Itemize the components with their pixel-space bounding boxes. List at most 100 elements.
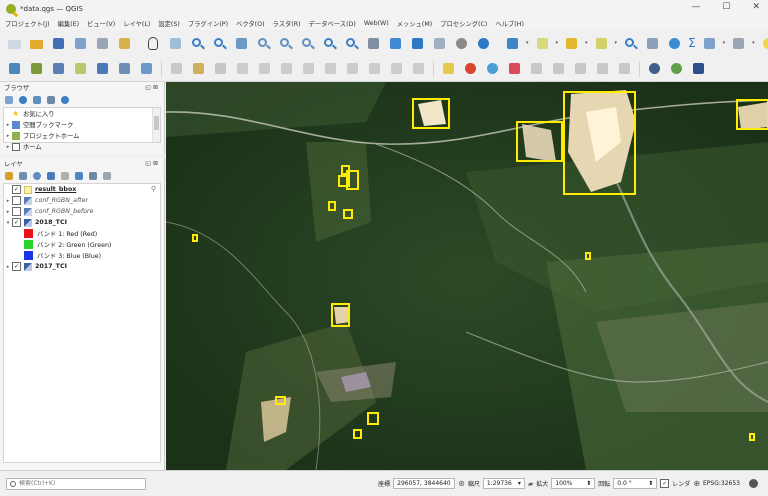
add-database-layer-icon[interactable]	[94, 60, 111, 77]
print-layout-icon[interactable]	[94, 35, 111, 52]
panel-float-close-icon[interactable]: ◱⊠	[145, 84, 160, 91]
pan-map-icon[interactable]	[145, 35, 162, 52]
menu-settings[interactable]: 設定(S)	[158, 19, 180, 28]
select-features-icon[interactable]	[534, 35, 551, 52]
menu-database[interactable]: データベース(D)	[309, 19, 356, 28]
layer-visibility-checkbox[interactable]: ✓	[12, 218, 21, 227]
expand-arrow-icon[interactable]: ▸	[4, 144, 12, 150]
toggle-editing-icon[interactable]	[190, 60, 207, 77]
add-delimited-text-icon[interactable]	[72, 60, 89, 77]
add-vector-layer-icon[interactable]	[28, 60, 45, 77]
change-label-icon[interactable]	[572, 60, 589, 77]
diagram-tool-icon[interactable]	[462, 60, 479, 77]
new-map-view-icon[interactable]	[365, 35, 382, 52]
move-label-icon[interactable]	[528, 60, 545, 77]
layer-visibility-checkbox[interactable]	[12, 207, 21, 216]
deselect-icon[interactable]	[563, 35, 580, 52]
save-project-icon[interactable]	[50, 35, 67, 52]
pin-labels-icon[interactable]	[484, 60, 501, 77]
manage-themes-icon[interactable]	[32, 171, 42, 181]
python-console-icon[interactable]	[668, 60, 685, 77]
messages-icon[interactable]	[749, 479, 758, 488]
menu-processing[interactable]: プロセシング(C)	[440, 19, 487, 28]
open-project-icon[interactable]	[28, 35, 45, 52]
zoom-selection-icon[interactable]	[255, 35, 272, 52]
browser-item-favorites[interactable]: ★ お気に入り	[4, 108, 160, 119]
expand-arrow-icon[interactable]: ▸	[4, 264, 12, 270]
layer-styling-icon[interactable]	[4, 171, 14, 181]
browser-item-home[interactable]: ▸ ホーム	[4, 141, 160, 152]
style-manager-icon[interactable]	[116, 35, 133, 52]
georeferencer-icon[interactable]	[646, 60, 663, 77]
show-bookmarks-icon[interactable]	[409, 35, 426, 52]
new-virtual-layer-icon[interactable]	[138, 60, 155, 77]
expand-arrow-icon[interactable]: ▸	[4, 133, 12, 139]
zoom-in-icon[interactable]	[189, 35, 206, 52]
minimize-button[interactable]: —	[691, 2, 700, 12]
rotation-spinbox[interactable]: 0.0 ° ⬍	[613, 478, 658, 489]
label-properties-icon[interactable]	[616, 60, 633, 77]
layer-row-conf-before[interactable]: ▸ conf_RGBN_before	[4, 206, 160, 217]
data-source-manager-icon[interactable]	[6, 60, 23, 77]
zoom-layer-icon[interactable]	[277, 35, 294, 52]
collapse-all-icon[interactable]	[46, 95, 56, 105]
expand-all-icon[interactable]	[74, 171, 84, 181]
expand-arrow-icon[interactable]: ▸	[4, 122, 12, 128]
redo-icon[interactable]	[410, 60, 427, 77]
vertex-tool-icon[interactable]	[256, 60, 273, 77]
crs-globe-icon[interactable]: ⊕	[693, 479, 700, 488]
current-edits-icon[interactable]	[168, 60, 185, 77]
filter-browser-icon[interactable]	[32, 95, 42, 105]
layer-visibility-checkbox[interactable]	[12, 196, 21, 205]
map-tips-icon[interactable]	[431, 35, 448, 52]
maximize-button[interactable]: ☐	[722, 2, 730, 12]
collapse-all-icon[interactable]	[88, 171, 98, 181]
bookmark-icon[interactable]	[387, 35, 404, 52]
plugin-icon[interactable]	[690, 60, 707, 77]
toolbox-icon[interactable]	[666, 35, 683, 52]
zoom-full-icon[interactable]	[233, 35, 250, 52]
layer-row-2017-tci[interactable]: ▸ ✓ 2017_TCI	[4, 261, 160, 272]
filter-legend-icon[interactable]	[46, 171, 56, 181]
digitize-icon[interactable]	[234, 60, 251, 77]
search-input[interactable]	[19, 480, 129, 487]
render-checkbox[interactable]: ✓	[660, 479, 670, 488]
panel-float-close-icon[interactable]: ◱⊠	[145, 160, 160, 167]
identify-features-icon[interactable]	[504, 35, 521, 52]
open-table-icon[interactable]	[644, 35, 661, 52]
label-tool-icon[interactable]	[440, 60, 457, 77]
browser-item-project-home[interactable]: ▸ プロジェクトホーム	[4, 130, 160, 141]
menu-edit[interactable]: 編集(E)	[58, 19, 80, 28]
menu-view[interactable]: ビュー(V)	[87, 19, 115, 28]
refresh-icon[interactable]	[475, 35, 492, 52]
attribute-table-icon[interactable]	[593, 35, 610, 52]
menu-web[interactable]: Web(W)	[364, 20, 389, 27]
map-canvas[interactable]	[166, 82, 768, 470]
menu-layer[interactable]: レイヤ(L)	[123, 19, 150, 28]
browser-refresh-icon[interactable]	[18, 95, 28, 105]
menu-mesh[interactable]: メッシュ(M)	[397, 19, 433, 28]
toggle-extents-icon[interactable]: ⊛	[458, 479, 465, 488]
delete-selected-icon[interactable]	[300, 60, 317, 77]
layer-row-result-bbox[interactable]: ✓ result_bbox ⚲	[4, 184, 160, 195]
browser-item-bookmarks[interactable]: ▸ 空間ブックマーク	[4, 119, 160, 130]
pan-to-selection-icon[interactable]	[167, 35, 184, 52]
zoom-last-icon[interactable]	[321, 35, 338, 52]
highlight-labels-icon[interactable]	[506, 60, 523, 77]
modify-attributes-icon[interactable]	[278, 60, 295, 77]
zoom-out-icon[interactable]	[211, 35, 228, 52]
annotation-icon[interactable]	[730, 35, 747, 52]
menu-raster[interactable]: ラスタ(R)	[273, 19, 301, 28]
browser-scrollbar[interactable]	[152, 108, 160, 142]
menu-project[interactable]: プロジェクト(J)	[5, 19, 50, 28]
close-button[interactable]: ✕	[752, 2, 760, 12]
cut-features-icon[interactable]	[322, 60, 339, 77]
filter-funnel-icon[interactable]: ⚲	[151, 185, 156, 193]
statistics-sum-icon[interactable]: Σ	[688, 36, 696, 50]
crs-button[interactable]: EPSG:32653	[703, 480, 740, 487]
layer-row-conf-after[interactable]: ▸ conf_RGBN_after	[4, 195, 160, 206]
coordinate-field[interactable]: 296057, 3844640	[393, 478, 456, 489]
field-calculator-icon[interactable]	[701, 35, 718, 52]
undo-icon[interactable]	[388, 60, 405, 77]
measure-icon[interactable]	[622, 35, 639, 52]
